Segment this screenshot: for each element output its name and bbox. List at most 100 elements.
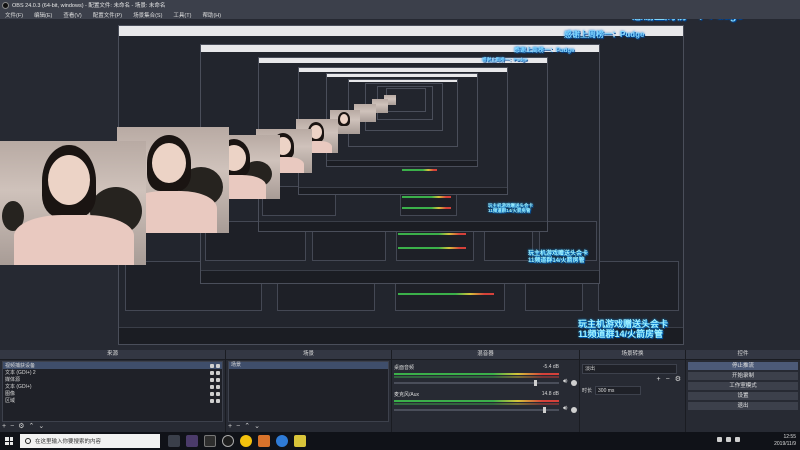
lock-icon[interactable] [216, 391, 220, 396]
source-item[interactable]: 文本 (GDI+) 2 [3, 369, 222, 376]
sources-toolbar: + − ⚙ ⌃ ⌄ [2, 423, 44, 431]
window-title: OBS 24.0.3 (64-bit, windows) - 配置文件: 未命名… [12, 3, 166, 9]
mixer-channel-mic: 麦克风/Aux 14.8 dB 🔊︎ [394, 391, 577, 421]
mixer-channel-db: 14.8 dB [541, 391, 559, 397]
volume-icon[interactable] [735, 437, 740, 442]
settings-button[interactable]: 设置 [688, 392, 798, 400]
source-item[interactable]: 图像 [3, 390, 222, 397]
volume-slider-handle[interactable] [534, 380, 538, 386]
scene-item[interactable]: 场景 [229, 362, 388, 369]
eye-icon[interactable] [210, 363, 214, 368]
menu-help[interactable]: 帮助(H) [202, 11, 221, 19]
move-up-chevron-icon[interactable]: ⌃ [244, 423, 250, 431]
add-scene-plus-icon[interactable]: + [228, 423, 232, 431]
eye-icon[interactable] [210, 370, 214, 375]
sources-dock: 来源 视频捕获设备 文本 (GDI+) 2 媒体源 文本 (GDI+) 图像 区… [0, 350, 226, 432]
menu-scene-collection[interactable]: 场景集合(S) [133, 11, 162, 19]
start-recording-button[interactable]: 开始录制 [688, 372, 798, 380]
app-icon[interactable] [258, 435, 270, 447]
transition-duration: 时长 [582, 386, 642, 395]
overlay-promo-text: 玩主机游戏赠送头会卡 11频道群14/火箭房管 [578, 319, 669, 340]
eye-icon[interactable] [210, 398, 214, 403]
obs-logo-icon [2, 1, 9, 9]
channel-gear-icon[interactable] [571, 407, 577, 413]
windows-logo-icon [5, 437, 13, 445]
task-view-icon[interactable] [168, 435, 180, 447]
dock-area: 来源 视频捕获设备 文本 (GDI+) 2 媒体源 文本 (GDI+) 图像 区… [0, 350, 800, 432]
duration-label: 时长 [582, 388, 593, 394]
audio-level-meter [394, 403, 559, 405]
clock[interactable]: 12:55 2019/11/9 [774, 434, 796, 448]
transitions-dock: 场景转换 淡出 + − ⚙ 时长 [580, 350, 686, 432]
remove-transition-minus-icon[interactable]: − [666, 376, 670, 383]
overlay-thanks-text: 感谢上周榜一：Pudge [632, 19, 743, 23]
network-icon[interactable] [726, 437, 731, 442]
source-item[interactable]: 文本 (GDI+) [3, 383, 222, 390]
volume-slider[interactable] [394, 407, 559, 413]
remove-source-minus-icon[interactable]: − [10, 423, 14, 431]
menu-profile[interactable]: 配置文件(P) [93, 11, 122, 19]
overlay-promo-text: 玩主机游戏赠送头会卡 11频道群14/火箭房管 [488, 203, 533, 214]
audio-level-meter [394, 400, 559, 402]
source-item[interactable]: 媒体源 [3, 376, 222, 383]
menu-edit[interactable]: 编辑(E) [34, 11, 52, 19]
eye-icon[interactable] [210, 377, 214, 382]
source-item[interactable]: 区域 [3, 397, 222, 404]
speaker-icon[interactable]: 🔊︎ [563, 405, 569, 412]
taskbar-apps [168, 435, 306, 447]
studio-mode-button[interactable]: 工作室模式 [688, 382, 798, 390]
remove-scene-minus-icon[interactable]: − [236, 423, 240, 431]
lock-icon[interactable] [216, 384, 220, 389]
audio-level-meter [394, 376, 559, 378]
lock-icon[interactable] [216, 370, 220, 375]
menu-file[interactable]: 文件(F) [5, 11, 23, 19]
volume-slider-handle[interactable] [542, 407, 546, 413]
app-icon[interactable] [204, 435, 216, 447]
preview-canvas[interactable]: 感谢上周榜一：Pudge 感谢上周榜一：Pudge 感谢上周榜一：Pudge 感… [0, 19, 800, 350]
menu-view[interactable]: 查看(V) [63, 11, 81, 19]
folder-icon[interactable] [294, 435, 306, 447]
source-item[interactable]: 视频捕获设备 [3, 362, 222, 369]
lock-icon[interactable] [216, 363, 220, 368]
mixer-channel-desktop: 桌面音频 -5.4 dB 🔊︎ [394, 364, 577, 394]
volume-slider[interactable] [394, 380, 559, 386]
eye-icon[interactable] [210, 391, 214, 396]
add-transition-plus-icon[interactable]: + [657, 376, 661, 383]
scenes-dock-title: 场景 [226, 350, 391, 360]
scenes-toolbar: + − ⌃ ⌄ [228, 423, 260, 431]
transitions-dock-title: 场景转换 [580, 350, 685, 360]
scenes-list[interactable]: 场景 [228, 361, 389, 422]
mixer-dock: 混音器 桌面音频 -5.4 dB 🔊︎ 麦克风/Aux 14.8 dB 🔊︎ [392, 350, 580, 432]
move-down-chevron-icon[interactable]: ⌄ [254, 423, 260, 431]
controls-dock: 控件 停止推流 开始录制 工作室模式 设置 退出 [686, 350, 800, 432]
overlay-thanks-text: 感谢上周榜一：Pudge [564, 30, 645, 39]
sources-list[interactable]: 视频捕获设备 文本 (GDI+) 2 媒体源 文本 (GDI+) 图像 区域 [2, 361, 223, 422]
move-up-chevron-icon[interactable]: ⌃ [28, 423, 34, 431]
menu-tools[interactable]: 工具(T) [173, 11, 191, 19]
channel-gear-icon[interactable] [571, 380, 577, 386]
chevron-up-icon[interactable] [717, 437, 722, 442]
audio-level-meter [394, 373, 559, 375]
transition-select[interactable]: 淡出 [582, 364, 677, 374]
source-properties-gear-icon[interactable]: ⚙ [18, 423, 24, 431]
lock-icon[interactable] [216, 377, 220, 382]
chrome-icon[interactable] [240, 435, 252, 447]
move-down-chevron-icon[interactable]: ⌄ [38, 423, 44, 431]
windows-taskbar: 在这里输入你要搜索的内容 12:55 2019/11/9 [0, 432, 800, 450]
add-source-plus-icon[interactable]: + [2, 423, 6, 431]
speaker-icon[interactable]: 🔊︎ [563, 378, 569, 385]
eye-icon[interactable] [210, 384, 214, 389]
taskbar-search[interactable]: 在这里输入你要搜索的内容 [20, 434, 160, 448]
start-button[interactable] [0, 432, 18, 450]
edge-icon[interactable] [276, 435, 288, 447]
stop-streaming-button[interactable]: 停止推流 [688, 362, 798, 370]
scenes-dock: 场景 场景 + − ⌃ ⌄ [226, 350, 392, 432]
duration-input[interactable] [595, 386, 642, 395]
lock-icon[interactable] [216, 398, 220, 403]
exit-button[interactable]: 退出 [688, 402, 798, 410]
system-tray [717, 437, 740, 442]
app-icon[interactable] [186, 435, 198, 447]
controls-dock-title: 控件 [686, 350, 800, 360]
transition-gear-icon[interactable]: ⚙ [675, 375, 681, 383]
obs-taskbar-icon[interactable] [222, 435, 234, 447]
